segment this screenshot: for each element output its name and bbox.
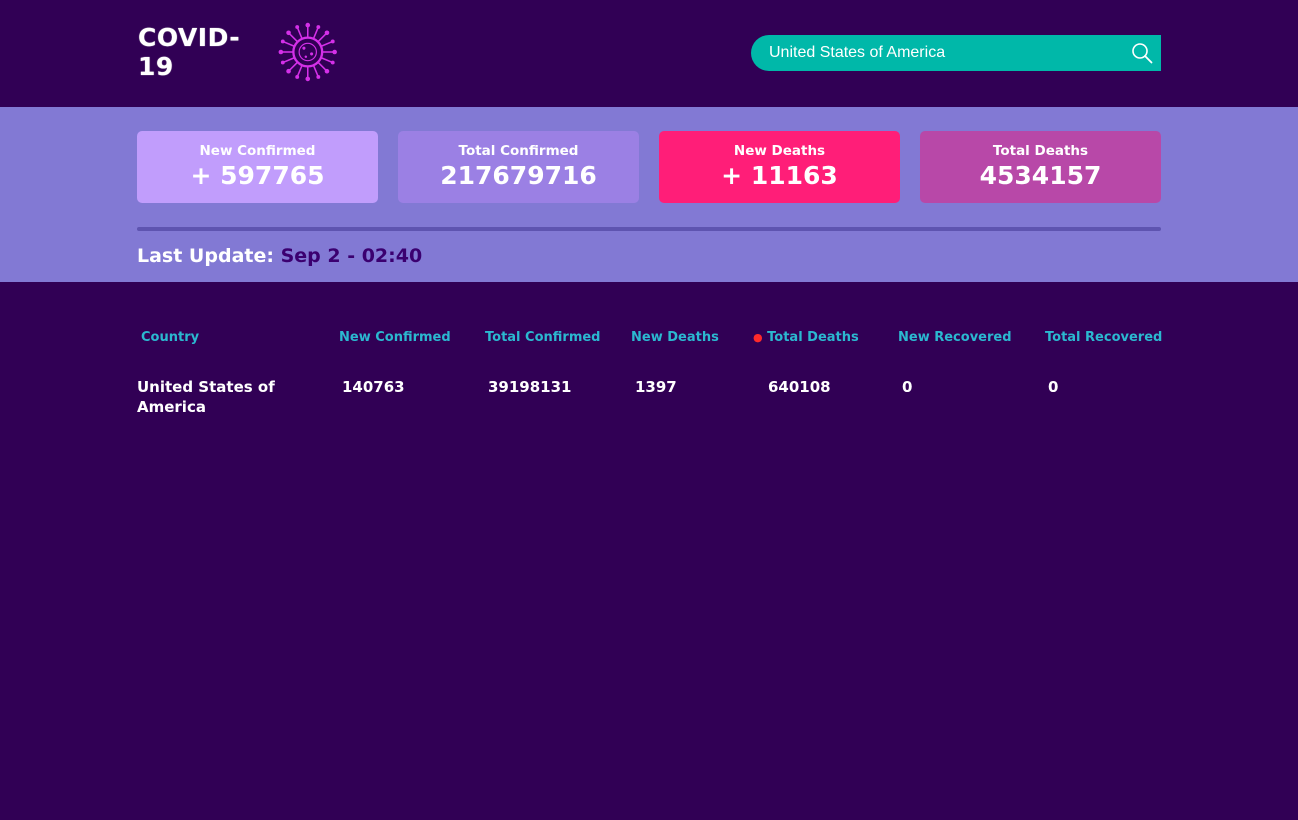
cell-new-recovered: 0 [902, 378, 913, 396]
sort-indicator-icon: ● [753, 331, 763, 344]
search-input[interactable] [751, 35, 1111, 71]
column-header-total-recovered[interactable]: Total Recovered [1045, 330, 1162, 345]
column-header-new-recovered[interactable]: New Recovered [898, 330, 1012, 345]
card-new-deaths: New Deaths + 11163 [659, 131, 900, 203]
virus-icon [279, 22, 338, 82]
column-header-label: Total Recovered [1045, 330, 1163, 345]
search-bar [751, 35, 1161, 71]
card-value: + 11163 [721, 161, 838, 190]
last-update-label: Last Update: [137, 245, 274, 267]
column-header-country[interactable]: Country [141, 330, 199, 345]
column-header-new-confirmed[interactable]: New Confirmed [339, 330, 451, 345]
logo[interactable]: COVID-19 [138, 20, 338, 84]
cell-total-deaths: 640108 [768, 378, 831, 396]
column-header-label: New Deaths [631, 330, 719, 345]
cell-country: United States of America [137, 378, 275, 416]
cell-new-confirmed: 140763 [342, 378, 405, 396]
card-new-confirmed: New Confirmed + 597765 [137, 131, 378, 203]
last-update-value: Sep 2 - 02:40 [280, 245, 423, 267]
card-total-confirmed: Total Confirmed 217679716 [398, 131, 639, 203]
card-label: Total Confirmed [458, 143, 579, 159]
column-header-total-confirmed[interactable]: Total Confirmed [485, 330, 600, 345]
card-label: Total Deaths [992, 143, 1089, 159]
cell-total-recovered: 0 [1048, 378, 1059, 396]
cell-new-deaths: 1397 [635, 378, 677, 396]
column-header-new-deaths[interactable]: New Deaths [631, 330, 719, 345]
card-label: New Deaths [733, 143, 826, 159]
summary-band: New Confirmed + 597765 Total Confirmed 2… [0, 107, 1298, 282]
column-header-label: Total Confirmed [485, 330, 601, 345]
search-icon[interactable] [1131, 42, 1153, 64]
column-header-label: Total Deaths [767, 330, 859, 345]
header: COVID-19 [0, 0, 1298, 107]
column-header-label: New Recovered [898, 330, 1012, 345]
column-header-label: New Confirmed [339, 330, 451, 345]
column-header-label: Country [141, 330, 200, 345]
last-update: Last Update: Sep 2 - 02:40 [137, 245, 422, 267]
card-total-deaths: Total Deaths 4534157 [920, 131, 1161, 203]
logo-text: COVID-19 [138, 23, 241, 81]
column-header-total-deaths[interactable]: ● Total Deaths [753, 330, 859, 345]
divider [137, 227, 1161, 231]
card-label: New Confirmed [199, 143, 316, 159]
card-value: 217679716 [440, 161, 597, 190]
card-value: + 597765 [190, 161, 325, 190]
cell-total-confirmed: 39198131 [488, 378, 572, 396]
card-value: 4534157 [979, 161, 1102, 190]
